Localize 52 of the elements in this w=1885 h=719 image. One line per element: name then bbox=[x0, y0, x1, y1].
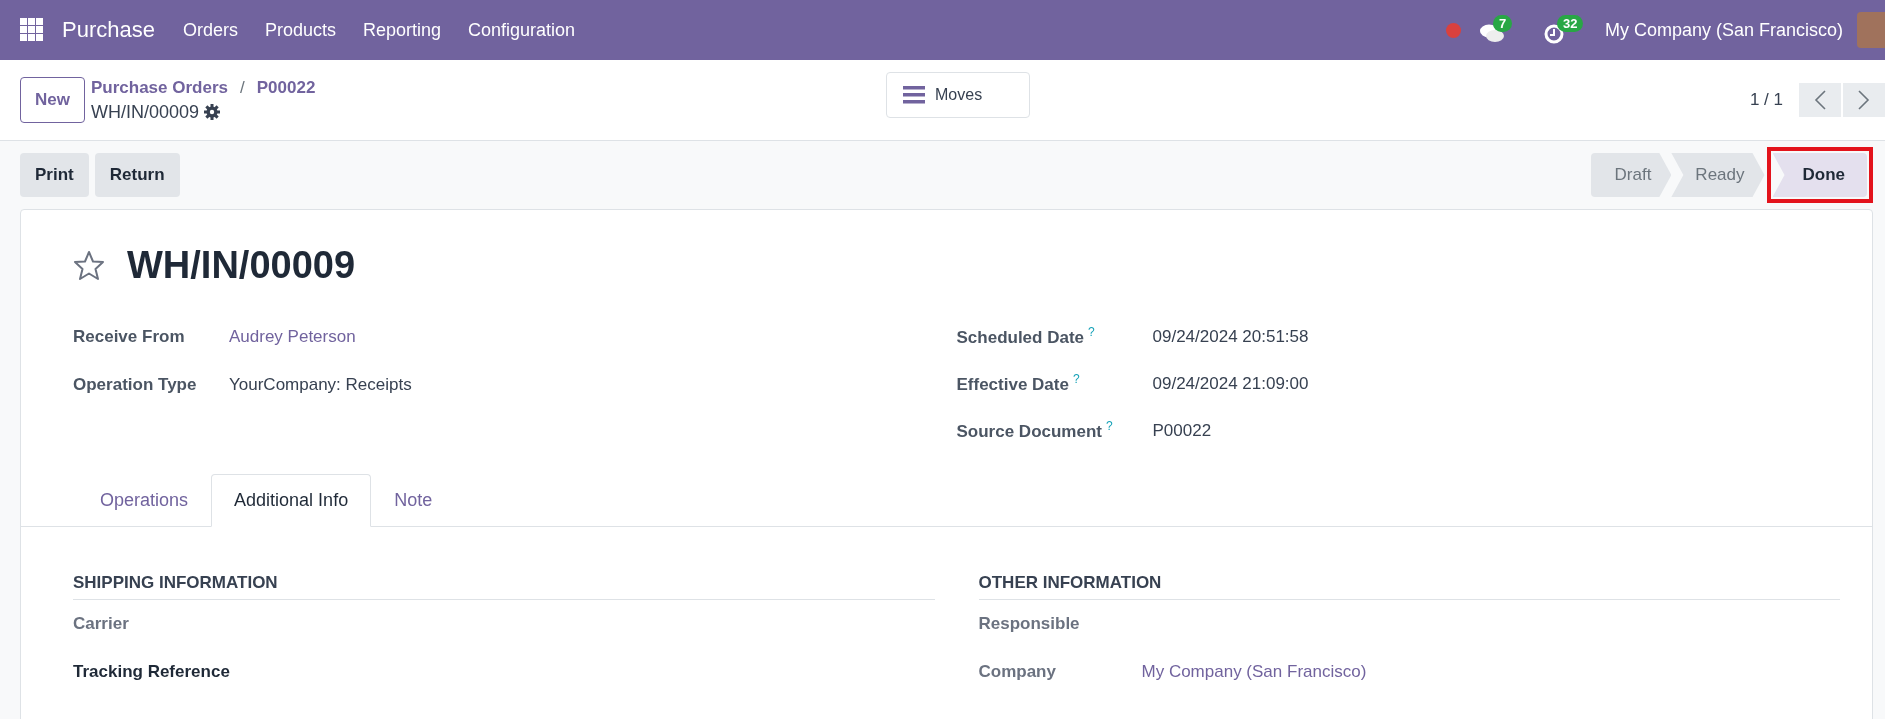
notebook-tab[interactable]: Operations bbox=[77, 474, 212, 527]
moves-button[interactable]: Moves bbox=[886, 72, 1030, 118]
record-title: WH/IN/00009 bbox=[127, 244, 356, 287]
status-dot-icon[interactable] bbox=[1445, 22, 1461, 38]
field-value: 09/24/2024 21:09:00 bbox=[1152, 373, 1309, 394]
gear-icon[interactable] bbox=[204, 104, 220, 120]
activity-count-badge: 32 bbox=[1556, 15, 1584, 32]
menu-item[interactable]: Reporting bbox=[363, 19, 442, 41]
pager-counter: 1 / 1 bbox=[1749, 90, 1783, 110]
field-value: YourCompany: Receipts bbox=[229, 375, 412, 395]
action-button[interactable]: Return bbox=[94, 153, 180, 197]
company-switcher[interactable]: My Company (San Francisco) bbox=[1604, 19, 1843, 41]
field-label: Operation Type bbox=[73, 375, 198, 395]
status-stage[interactable]: Done bbox=[1772, 153, 1867, 197]
menu-item[interactable]: Configuration bbox=[468, 19, 576, 41]
notebook-tab[interactable]: Additional Info bbox=[211, 474, 372, 527]
section-heading: OTHER INFORMATION bbox=[978, 573, 1840, 600]
clock-icon[interactable] bbox=[1542, 23, 1565, 45]
new-button[interactable]: New bbox=[20, 77, 85, 123]
field-label: Tracking Reference bbox=[73, 662, 230, 682]
status-stage[interactable]: Ready bbox=[1671, 153, 1765, 197]
menu-item[interactable]: Orders bbox=[182, 19, 238, 41]
field-value: 09/24/2024 20:51:58 bbox=[1152, 326, 1309, 347]
field-label: Carrier bbox=[73, 614, 130, 634]
field-label: Effective Date bbox=[956, 374, 1069, 394]
section-heading: SHIPPING INFORMATION bbox=[73, 573, 935, 600]
field-label: Source Document bbox=[956, 421, 1102, 441]
breadcrumb-separator: / bbox=[240, 77, 245, 98]
field-value[interactable]: Audrey Peterson bbox=[229, 327, 356, 347]
chevron-right-icon bbox=[1857, 89, 1871, 111]
help-tooltip-mark[interactable]: ? bbox=[1072, 372, 1080, 387]
breadcrumb-link[interactable]: Purchase Orders bbox=[90, 77, 228, 98]
list-icon bbox=[903, 86, 925, 104]
apps-menu-icon[interactable] bbox=[20, 18, 44, 42]
help-tooltip-mark[interactable]: ? bbox=[1088, 325, 1095, 340]
menu-item[interactable]: Products bbox=[264, 19, 336, 41]
action-button[interactable]: Print bbox=[20, 153, 89, 197]
record-name: WH/IN/00009 bbox=[90, 101, 199, 123]
field-label: Company bbox=[978, 662, 1057, 682]
star-icon[interactable] bbox=[73, 250, 105, 281]
message-count-badge: 7 bbox=[1492, 15, 1513, 32]
chevron-left-icon bbox=[1813, 89, 1827, 111]
help-tooltip-mark[interactable]: ? bbox=[1106, 419, 1113, 434]
field-label: Scheduled Date bbox=[956, 327, 1085, 347]
field-value: P00022 bbox=[1152, 420, 1212, 441]
field-label: Receive From bbox=[73, 327, 186, 347]
app-name[interactable]: Purchase bbox=[62, 17, 155, 43]
status-stage[interactable]: Draft bbox=[1590, 153, 1672, 197]
notebook-tab[interactable]: Note bbox=[371, 474, 456, 527]
field-label: Responsible bbox=[978, 614, 1081, 634]
breadcrumb-link[interactable]: P00022 bbox=[256, 77, 316, 98]
field-value[interactable]: My Company (San Francisco) bbox=[1141, 662, 1367, 682]
